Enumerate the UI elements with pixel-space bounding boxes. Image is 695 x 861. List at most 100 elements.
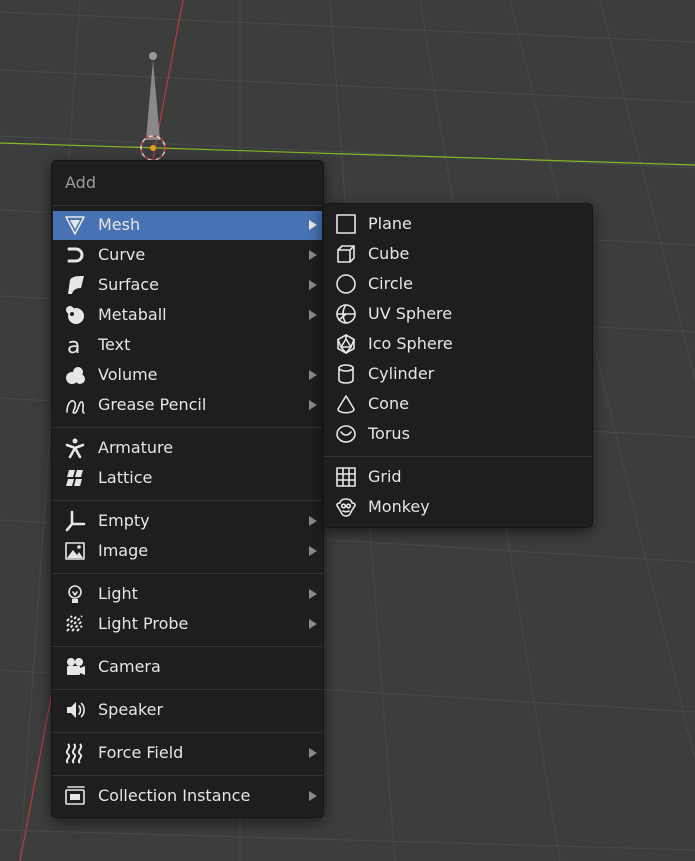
- text-icon: a: [64, 334, 86, 356]
- menu-item-camera[interactable]: Camera: [53, 653, 322, 682]
- menu-item-label: Curve: [98, 245, 146, 264]
- menu-item-label: Light: [98, 584, 138, 603]
- menu-separator: [52, 689, 323, 690]
- menu-separator: [324, 456, 592, 457]
- menu-item-metaball[interactable]: Metaball: [53, 301, 322, 330]
- menu-item-label: Mesh: [98, 215, 141, 234]
- menu-item-light-probe[interactable]: Light Probe: [53, 610, 322, 639]
- menu-item-label: UV Sphere: [368, 304, 453, 323]
- menu-item-cube[interactable]: Cube: [325, 240, 591, 269]
- menu-separator: [52, 732, 323, 733]
- menu-item-label: Monkey: [368, 497, 430, 516]
- uv-sphere-icon: [335, 303, 357, 325]
- menu-item-label: Lattice: [98, 468, 153, 487]
- menu-item-monkey[interactable]: Monkey: [325, 493, 591, 522]
- menu-item-label: Collection Instance: [98, 786, 251, 805]
- plane-icon: [335, 213, 357, 235]
- cylinder-icon: [335, 363, 357, 385]
- menu-item-circle[interactable]: Circle: [325, 270, 591, 299]
- speaker-icon: [64, 699, 86, 721]
- submenu-arrow-icon: [309, 791, 317, 801]
- menu-separator: [52, 646, 323, 647]
- submenu-arrow-icon: [309, 310, 317, 320]
- menu-item-label: Force Field: [98, 743, 184, 762]
- menu-separator: [52, 775, 323, 776]
- mesh-icon: [64, 214, 86, 236]
- volume-icon: [64, 364, 86, 386]
- menu-item-label: Cone: [368, 394, 409, 413]
- menu-item-label: Speaker: [98, 700, 164, 719]
- menu-item-label: Cylinder: [368, 364, 435, 383]
- submenu-arrow-icon: [309, 400, 317, 410]
- submenu-arrow-icon: [309, 748, 317, 758]
- menu-item-uv-sphere[interactable]: UV Sphere: [325, 300, 591, 329]
- cone-icon: [335, 393, 357, 415]
- menu-item-label: Volume: [98, 365, 158, 384]
- image-icon: [64, 540, 86, 562]
- submenu-arrow-icon: [309, 516, 317, 526]
- menu-item-label: Grease Pencil: [98, 395, 207, 414]
- cube-icon: [335, 243, 357, 265]
- grease-pencil-icon: [64, 394, 86, 416]
- camera-icon: [64, 656, 86, 678]
- menu-item-cylinder[interactable]: Cylinder: [325, 360, 591, 389]
- svg-text:a: a: [67, 334, 80, 356]
- menu-item-light[interactable]: Light: [53, 580, 322, 609]
- menu-item-ico-sphere[interactable]: Ico Sphere: [325, 330, 591, 359]
- menu-item-label: Text: [98, 335, 131, 354]
- menu-item-armature[interactable]: Armature: [53, 434, 322, 463]
- menu-item-label: Camera: [98, 657, 161, 676]
- menu-item-torus[interactable]: Torus: [325, 420, 591, 449]
- light-probe-icon: [64, 613, 86, 635]
- menu-item-speaker[interactable]: Speaker: [53, 696, 322, 725]
- menu-item-label: Image: [98, 541, 149, 560]
- circle-icon: [335, 273, 357, 295]
- menu-item-plane[interactable]: Plane: [325, 210, 591, 239]
- submenu-arrow-icon: [309, 619, 317, 629]
- submenu-arrow-icon: [309, 370, 317, 380]
- armature-icon: [64, 437, 86, 459]
- menu-item-cone[interactable]: Cone: [325, 390, 591, 419]
- menu-item-label: Cube: [368, 244, 410, 263]
- mesh-submenu: Plane Cube Circle UV Sphere Ico Sphere Cylind…: [323, 203, 593, 528]
- menu-item-surface[interactable]: Surface: [53, 271, 322, 300]
- menu-item-text[interactable]: a Text: [53, 331, 322, 360]
- submenu-arrow-icon: [309, 546, 317, 556]
- menu-item-empty[interactable]: Empty: [53, 507, 322, 536]
- menu-item-grid[interactable]: Grid: [325, 463, 591, 492]
- submenu-arrow-icon: [309, 280, 317, 290]
- menu-item-mesh[interactable]: Mesh: [53, 211, 322, 240]
- menu-item-label: Ico Sphere: [368, 334, 453, 353]
- menu-item-label: Torus: [368, 424, 410, 443]
- menu-item-label: Armature: [98, 438, 174, 457]
- menu-item-image[interactable]: Image: [53, 537, 322, 566]
- empty-icon: [64, 510, 86, 532]
- surface-icon: [64, 274, 86, 296]
- menu-title: Add: [65, 173, 96, 192]
- torus-icon: [335, 423, 357, 445]
- menu-separator: [52, 427, 323, 428]
- submenu-arrow-icon: [309, 589, 317, 599]
- menu-item-collection-instance[interactable]: Collection Instance: [53, 782, 322, 811]
- force-field-icon: [64, 742, 86, 764]
- menu-item-label: Plane: [368, 214, 412, 233]
- submenu-arrow-icon: [309, 250, 317, 260]
- menu-item-grease-pencil[interactable]: Grease Pencil: [53, 391, 322, 420]
- menu-item-volume[interactable]: Volume: [53, 361, 322, 390]
- metaball-icon: [64, 304, 86, 326]
- menu-item-label: Empty: [98, 511, 150, 530]
- menu-item-curve[interactable]: Curve: [53, 241, 322, 270]
- monkey-icon: [335, 496, 357, 518]
- menu-item-force-field[interactable]: Force Field: [53, 739, 322, 768]
- menu-separator: [52, 500, 323, 501]
- curve-icon: [64, 244, 86, 266]
- collection-instance-icon: [64, 785, 86, 807]
- menu-item-label: Circle: [368, 274, 413, 293]
- lattice-icon: [64, 467, 86, 489]
- menu-item-label: Light Probe: [98, 614, 189, 633]
- menu-separator: [52, 573, 323, 574]
- menu-item-label: Surface: [98, 275, 159, 294]
- title-separator: [52, 205, 323, 206]
- submenu-arrow-icon: [309, 220, 317, 230]
- menu-item-lattice[interactable]: Lattice: [53, 464, 322, 493]
